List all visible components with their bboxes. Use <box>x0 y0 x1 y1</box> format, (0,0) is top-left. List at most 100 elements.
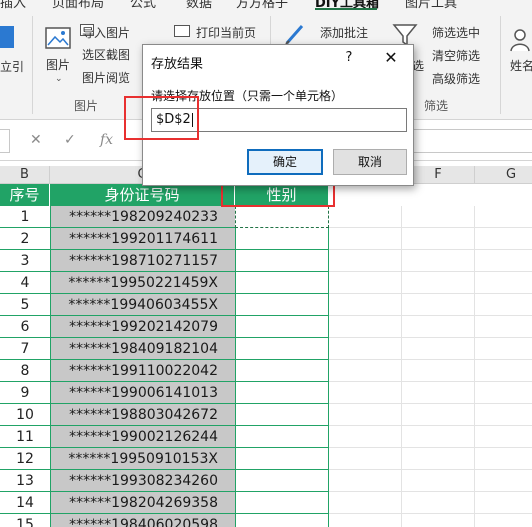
name-button-label[interactable]: 姓名 <box>510 57 532 74</box>
empty-cell[interactable] <box>329 228 402 250</box>
gender-cell[interactable] <box>235 228 329 250</box>
empty-cell[interactable] <box>402 228 475 250</box>
gender-cell[interactable] <box>235 426 329 448</box>
header-id-number[interactable]: 身份证号码 <box>50 184 235 206</box>
empty-cell[interactable] <box>402 448 475 470</box>
help-icon[interactable]: ? <box>339 50 359 65</box>
empty-cell[interactable] <box>329 404 402 426</box>
empty-cell[interactable] <box>475 470 532 492</box>
empty-cell[interactable] <box>329 272 402 294</box>
seq-cell[interactable]: 7 <box>0 338 50 360</box>
picture-button[interactable]: 图片 <box>46 56 70 73</box>
empty-cell[interactable] <box>475 338 532 360</box>
tab-formulas[interactable]: 公式 <box>130 0 156 10</box>
id-number-cell[interactable]: ******19940603455X <box>50 294 235 316</box>
left-partial-icon[interactable] <box>0 26 14 48</box>
empty-cell[interactable] <box>329 206 402 228</box>
gender-cell[interactable] <box>235 316 329 338</box>
seq-cell[interactable]: 12 <box>0 448 50 470</box>
picture-browse-button[interactable]: 图片阅览 <box>82 69 130 86</box>
empty-cell[interactable] <box>475 206 532 228</box>
column-header-g[interactable]: G <box>475 166 532 184</box>
seq-cell[interactable]: 15 <box>0 514 50 527</box>
seq-cell[interactable]: 9 <box>0 382 50 404</box>
close-icon[interactable]: ✕ <box>379 48 403 67</box>
empty-cell[interactable] <box>329 514 402 527</box>
name-box[interactable] <box>0 129 10 153</box>
clear-filter-button[interactable]: 清空筛选 <box>432 47 480 64</box>
id-number-cell[interactable]: ******198409182104 <box>50 338 235 360</box>
id-number-cell[interactable]: ******198710271157 <box>50 250 235 272</box>
empty-cell[interactable] <box>329 382 402 404</box>
empty-cell[interactable] <box>475 272 532 294</box>
seq-cell[interactable]: 5 <box>0 294 50 316</box>
empty-cell[interactable] <box>402 316 475 338</box>
empty-cell[interactable] <box>329 470 402 492</box>
gender-cell[interactable] <box>235 404 329 426</box>
seq-cell[interactable]: 10 <box>0 404 50 426</box>
empty-cell[interactable] <box>402 426 475 448</box>
gender-cell[interactable] <box>235 250 329 272</box>
picture-icon[interactable] <box>44 26 72 52</box>
empty-cell[interactable] <box>402 514 475 527</box>
empty-cell[interactable] <box>475 250 532 272</box>
empty-cell[interactable] <box>402 382 475 404</box>
id-number-cell[interactable]: ******199002126244 <box>50 426 235 448</box>
empty-cell[interactable] <box>402 470 475 492</box>
empty-cell[interactable] <box>475 294 532 316</box>
empty-cell[interactable] <box>402 338 475 360</box>
seq-cell[interactable]: 11 <box>0 426 50 448</box>
id-number-cell[interactable]: ******199308234260 <box>50 470 235 492</box>
empty-cell[interactable] <box>402 492 475 514</box>
tab-page-layout[interactable]: 页面布局 <box>52 0 104 10</box>
empty-cell[interactable] <box>329 316 402 338</box>
seq-cell[interactable]: 3 <box>0 250 50 272</box>
gender-cell[interactable] <box>235 360 329 382</box>
empty-cell[interactable] <box>329 294 402 316</box>
empty-cell[interactable] <box>402 360 475 382</box>
id-number-cell[interactable]: ******199006141013 <box>50 382 235 404</box>
seq-cell[interactable]: 4 <box>0 272 50 294</box>
empty-cell[interactable] <box>402 250 475 272</box>
empty-cell[interactable] <box>329 448 402 470</box>
empty-cell[interactable] <box>475 228 532 250</box>
screenshot-region-button[interactable]: 选区截图 <box>82 46 130 63</box>
id-number-cell[interactable]: ******199202142079 <box>50 316 235 338</box>
formula-input[interactable] <box>410 129 532 153</box>
empty-cell[interactable] <box>402 294 475 316</box>
seq-cell[interactable]: 14 <box>0 492 50 514</box>
empty-cell[interactable] <box>475 404 532 426</box>
empty-cell[interactable] <box>475 382 532 404</box>
empty-cell[interactable] <box>329 250 402 272</box>
gender-cell[interactable] <box>235 338 329 360</box>
ok-button[interactable]: 确定 <box>247 149 323 175</box>
confirm-entry-icon[interactable]: ✓ <box>64 132 76 148</box>
person-icon[interactable] <box>510 28 530 52</box>
id-number-cell[interactable]: ******198204269358 <box>50 492 235 514</box>
gender-cell[interactable] <box>235 514 329 527</box>
chevron-down-icon[interactable]: ⌄ <box>55 74 63 84</box>
print-current-page-button[interactable]: 打印当前页 <box>196 24 256 41</box>
empty-cell[interactable] <box>475 316 532 338</box>
cancel-entry-icon[interactable]: ✕ <box>30 132 42 148</box>
empty-cell[interactable] <box>329 492 402 514</box>
header-seq[interactable]: 序号 <box>0 184 50 206</box>
add-comment-button[interactable]: 添加批注 <box>320 24 368 41</box>
column-header-b[interactable]: B <box>0 166 50 184</box>
empty-cell[interactable] <box>475 492 532 514</box>
seq-cell[interactable]: 2 <box>0 228 50 250</box>
id-number-cell[interactable]: ******19950910153X <box>50 448 235 470</box>
seq-cell[interactable]: 13 <box>0 470 50 492</box>
cancel-button[interactable]: 取消 <box>333 149 407 175</box>
empty-cell[interactable] <box>475 448 532 470</box>
id-number-cell[interactable]: ******198209240233 <box>50 206 235 228</box>
empty-cell[interactable] <box>329 426 402 448</box>
seq-cell[interactable]: 1 <box>0 206 50 228</box>
gender-cell[interactable] <box>235 272 329 294</box>
filter-selected-button[interactable]: 筛选选中 <box>432 24 480 41</box>
gender-cell[interactable] <box>235 294 329 316</box>
empty-cell[interactable] <box>402 206 475 228</box>
header-gender[interactable]: 性别 <box>235 184 329 206</box>
gender-cell[interactable] <box>235 382 329 404</box>
empty-cell[interactable] <box>475 360 532 382</box>
